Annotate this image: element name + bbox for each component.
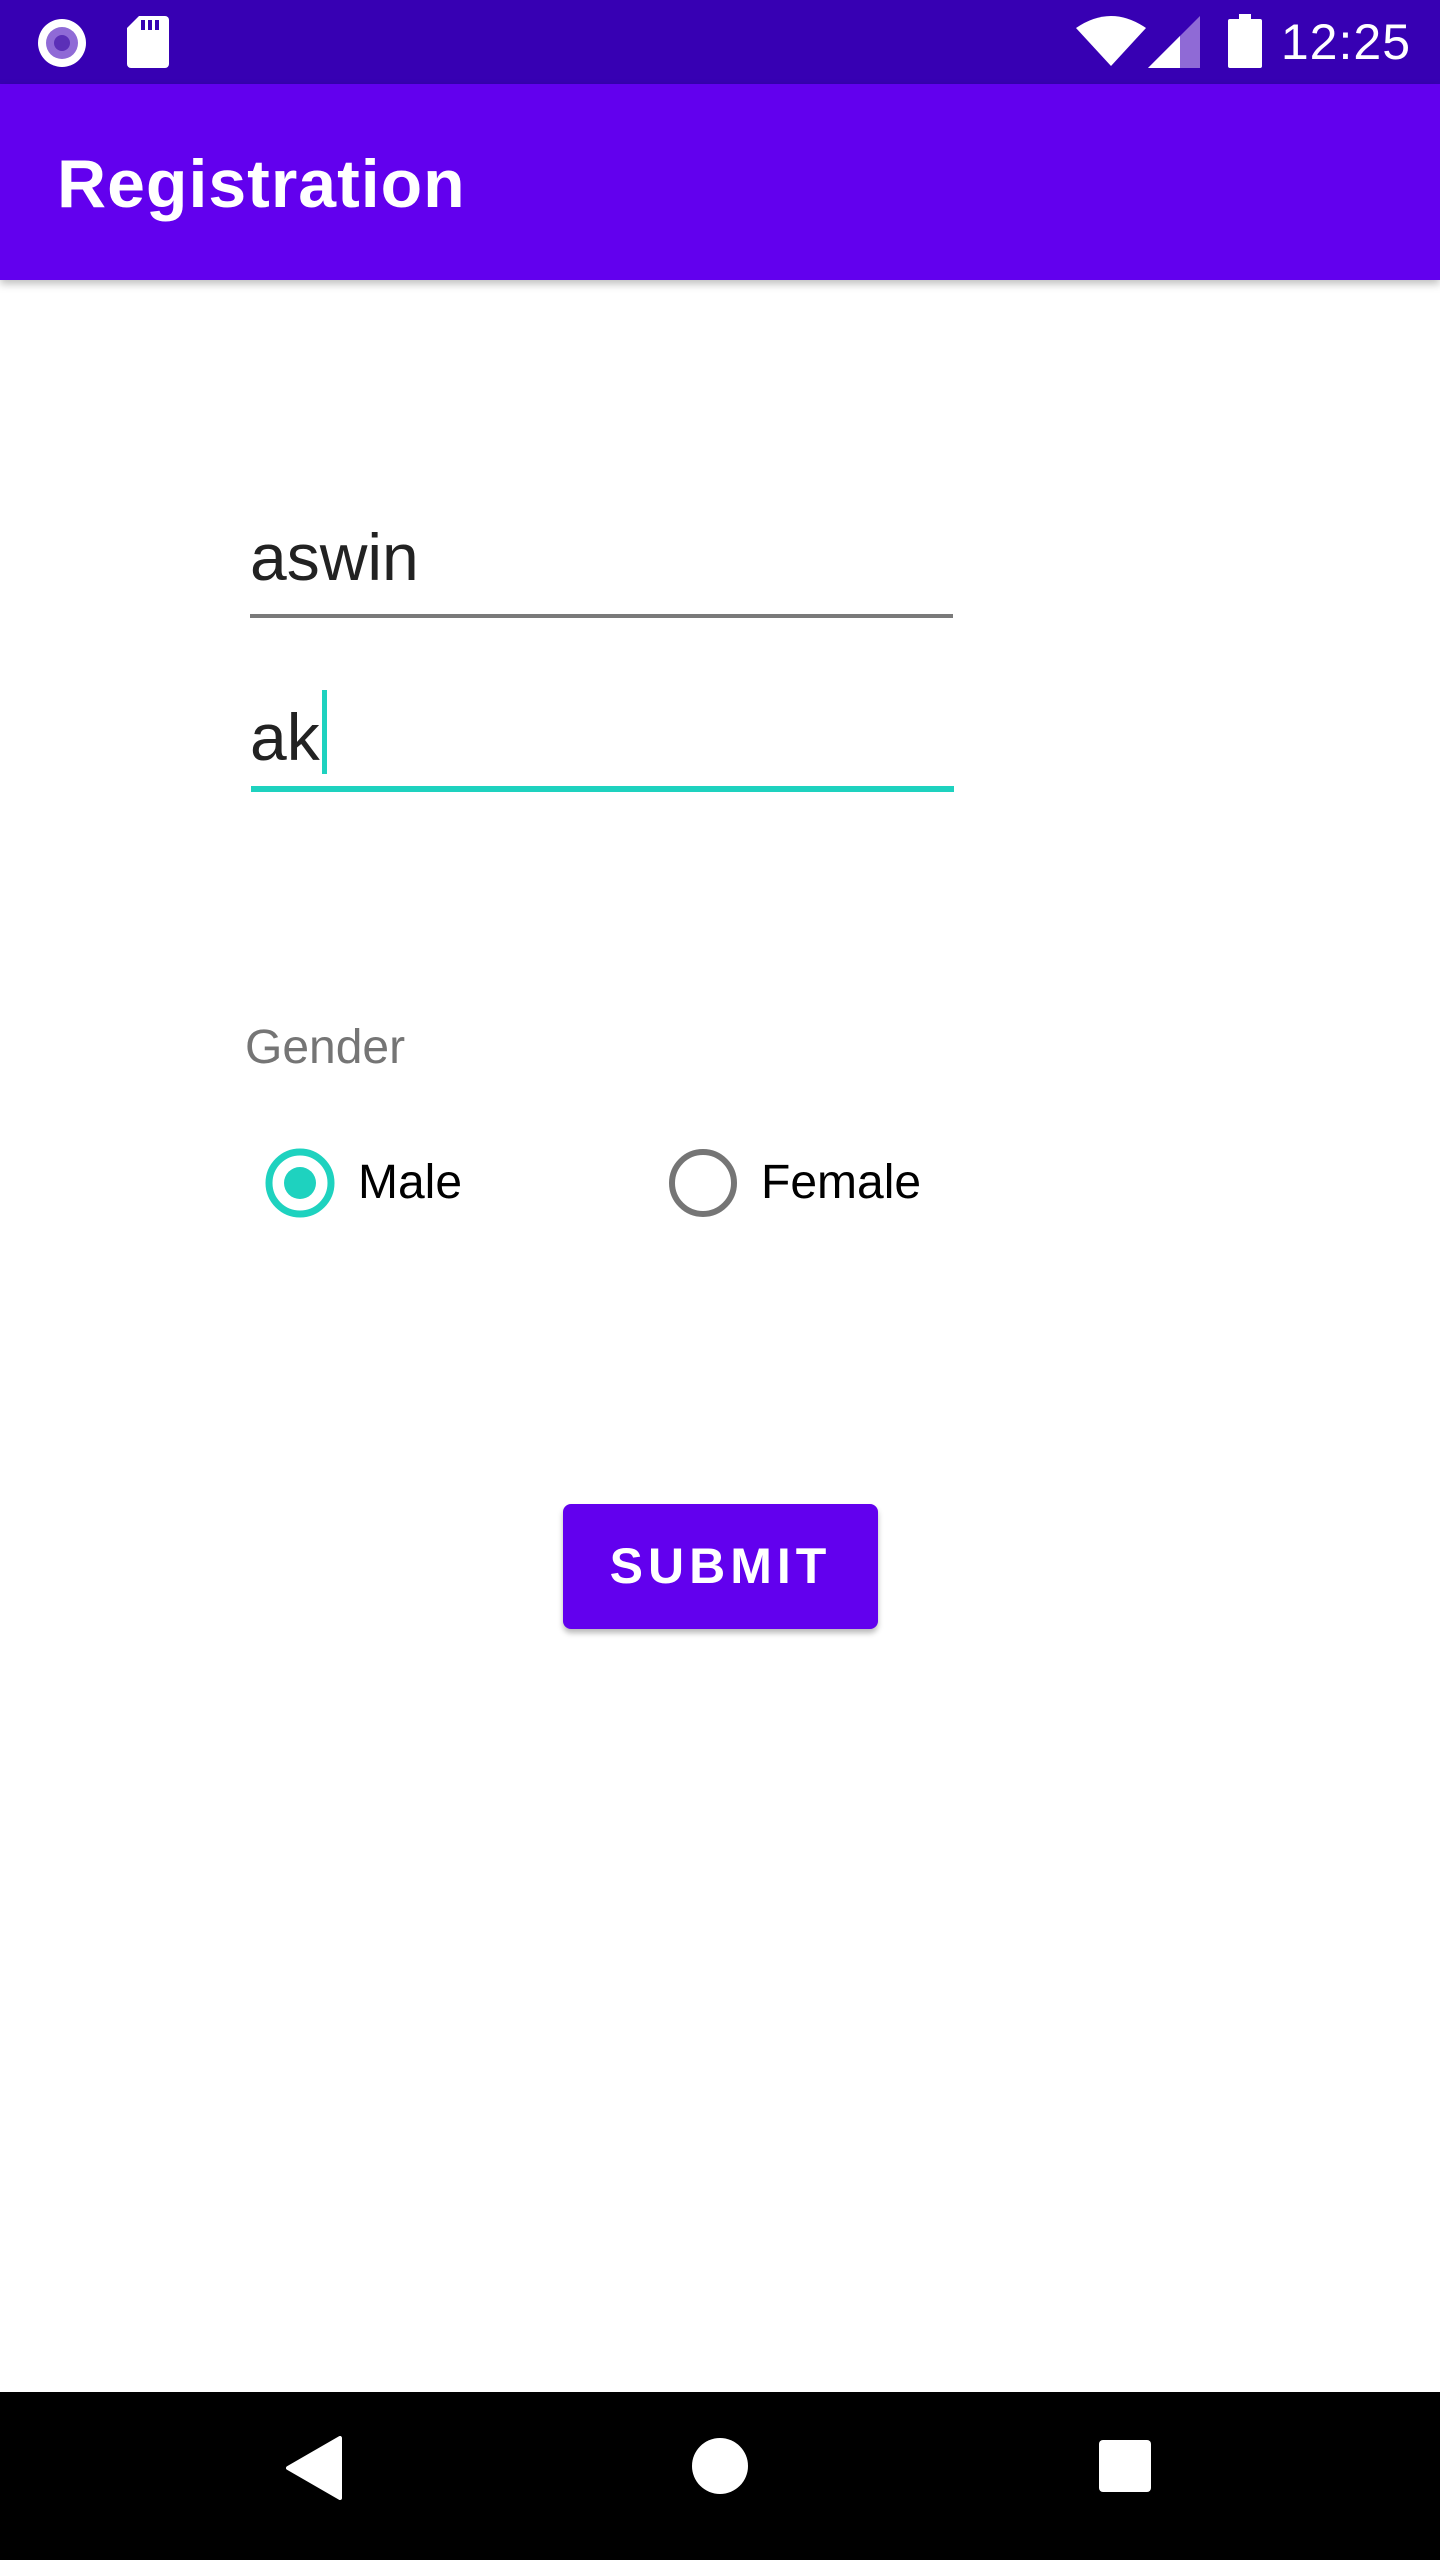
media-notification-icon — [36, 17, 88, 74]
radio-label-female: Female — [761, 1156, 922, 1209]
last-name-value-wrap: ak — [250, 690, 327, 774]
gender-label: Gender — [245, 1021, 406, 1074]
last-name-field[interactable]: ak — [250, 690, 954, 800]
radio-checked-icon[interactable] — [264, 1147, 336, 1219]
navigation-bar — [0, 2392, 1440, 2560]
last-name-underline-focused — [251, 786, 954, 792]
first-name-value: aswin — [250, 520, 419, 594]
page-title: Registration — [57, 146, 466, 222]
radio-option-female[interactable]: Female — [667, 1147, 921, 1219]
signal-icon — [1148, 16, 1200, 73]
app-bar: Registration — [0, 84, 1440, 280]
radio-unchecked-icon[interactable] — [667, 1147, 739, 1219]
status-bar: 12:25 — [0, 0, 1440, 84]
radio-label-male: Male — [358, 1156, 463, 1209]
wifi-icon — [1076, 16, 1146, 73]
home-icon[interactable] — [690, 2436, 750, 2501]
first-name-field[interactable]: aswin — [250, 520, 953, 620]
back-icon[interactable] — [286, 2436, 342, 2505]
status-time: 12:25 — [1280, 14, 1411, 70]
text-cursor — [321, 690, 327, 774]
submit-button[interactable]: SUBMIT — [563, 1504, 878, 1629]
battery-icon — [1228, 14, 1262, 73]
registration-screen: 12:25 Registration aswin ak Gender Male … — [0, 0, 1440, 2560]
sd-card-icon — [127, 16, 169, 73]
last-name-value: ak — [250, 700, 320, 774]
radio-option-male[interactable]: Male — [264, 1147, 462, 1219]
first-name-underline — [250, 614, 953, 618]
recents-icon[interactable] — [1098, 2439, 1152, 2498]
